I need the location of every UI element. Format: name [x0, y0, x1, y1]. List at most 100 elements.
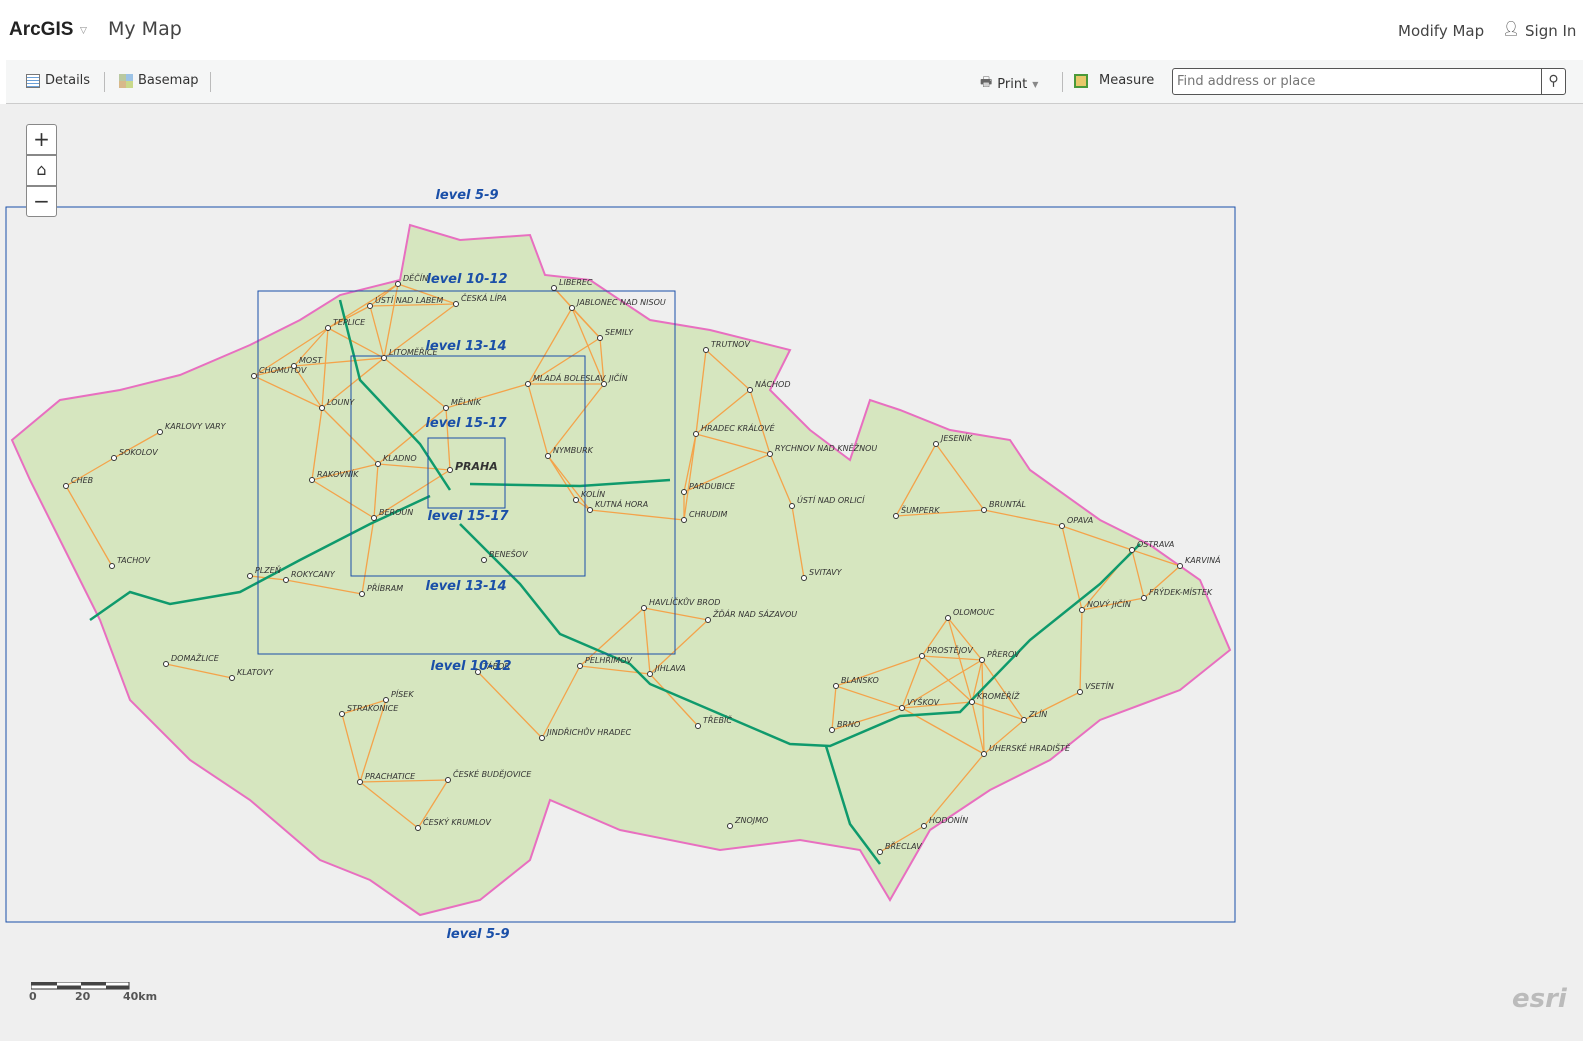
- modify-map-link[interactable]: Modify Map: [1398, 22, 1484, 40]
- city-label: Znojmo: [735, 816, 769, 825]
- city-marker: [597, 335, 603, 341]
- map-view[interactable]: Praha Brno Ostrava Plzeň Olomouc Liberec Ústí …: [0, 104, 1583, 1041]
- city-marker: [801, 575, 807, 581]
- arcgis-brand[interactable]: ArcGIS: [9, 19, 73, 41]
- city-label: Ostrava: [1137, 540, 1175, 549]
- search-input[interactable]: [1172, 68, 1542, 95]
- city-marker: [767, 451, 773, 457]
- city-label: Nový Jičín: [1087, 600, 1131, 609]
- city-marker: [163, 661, 169, 667]
- city-label: Liberec: [559, 278, 593, 287]
- city-marker: [251, 373, 257, 379]
- label-level-10-12-bottom: level 10-12: [430, 659, 512, 674]
- city-marker: [383, 697, 389, 703]
- city-label: Jeseník: [941, 434, 973, 443]
- home-button[interactable]: ⌂: [26, 155, 57, 186]
- city-marker: [309, 477, 315, 483]
- city-marker: [899, 705, 905, 711]
- city-marker: [1077, 689, 1083, 695]
- city-marker: [109, 563, 115, 569]
- city-marker: [829, 727, 835, 733]
- city-label: Trutnov: [711, 340, 750, 349]
- header: ArcGIS ▽ My Map Modify Map 👤︎ Sign In: [0, 0, 1583, 60]
- city-label: Sokolov: [119, 448, 158, 457]
- city-label: Hodonín: [929, 816, 969, 825]
- city-label: Blansko: [841, 676, 879, 685]
- city-marker: [601, 381, 607, 387]
- city-label: Břeclav: [885, 842, 922, 851]
- search-button[interactable]: ⚲: [1541, 68, 1566, 95]
- city-label: Pardubice: [689, 482, 735, 491]
- city-label: Ústí nad Labem: [375, 296, 444, 305]
- city-label: Karlovy Vary: [165, 422, 226, 431]
- city-label: Kolín: [581, 490, 606, 499]
- city-label: Plzeň: [255, 566, 281, 575]
- city-marker: [395, 281, 401, 287]
- city-marker: [877, 849, 883, 855]
- city-label: Jablonec nad Nisou: [577, 298, 666, 307]
- scale-bar: [31, 982, 130, 990]
- city-marker: [573, 497, 579, 503]
- city-marker: [1129, 547, 1135, 553]
- label-level-5-9-bottom: level 5-9: [446, 927, 510, 942]
- chevron-down-icon[interactable]: ▽: [80, 26, 87, 36]
- city-marker: [371, 515, 377, 521]
- city-marker: [641, 605, 647, 611]
- city-marker: [481, 557, 487, 563]
- zoom-in-button[interactable]: +: [26, 124, 57, 155]
- measure-button[interactable]: Measure: [1074, 73, 1154, 88]
- zoom-out-button[interactable]: −: [26, 186, 57, 217]
- city-label: Havlíčkův Brod: [649, 598, 721, 607]
- city-label: Teplice: [333, 318, 366, 327]
- city-marker: [577, 663, 583, 669]
- label-level-5-9-top: level 5-9: [435, 188, 499, 203]
- city-marker: [693, 431, 699, 437]
- city-label: Jičín: [609, 374, 628, 383]
- search-icon: ⚲: [1548, 73, 1559, 89]
- city-marker: [945, 615, 951, 621]
- city-label: Brno: [837, 720, 861, 729]
- city-marker: [357, 779, 363, 785]
- city-label: Most: [299, 356, 323, 365]
- city-marker: [979, 657, 985, 663]
- city-label: Beroun: [379, 508, 414, 517]
- basemap-button[interactable]: Basemap: [119, 73, 199, 88]
- city-label: Jihlava: [655, 664, 686, 673]
- esri-logo: esri: [1512, 984, 1567, 1014]
- city-marker: [569, 305, 575, 311]
- city-marker: [453, 301, 459, 307]
- city-marker: [1021, 717, 1027, 723]
- city-label: Uherské Hradiště: [989, 744, 1070, 753]
- city-marker: [443, 405, 449, 411]
- city-marker: [933, 441, 939, 447]
- city-marker: [229, 675, 235, 681]
- city-label: Klatovy: [237, 668, 274, 677]
- city-marker: [921, 823, 927, 829]
- city-marker: [375, 461, 381, 467]
- city-label: Frýdek-Místek: [1149, 588, 1213, 597]
- city-marker: [525, 381, 531, 387]
- city-marker: [291, 363, 297, 369]
- city-label: Semily: [605, 328, 633, 337]
- home-icon: ⌂: [36, 160, 47, 179]
- city-marker: [587, 507, 593, 513]
- city-label: Písek: [391, 690, 414, 699]
- city-label: Kladno: [383, 454, 417, 463]
- city-marker: [247, 573, 253, 579]
- user-icon: 👤︎: [1502, 21, 1520, 37]
- label-level-13-14-bottom: level 13-14: [425, 579, 507, 594]
- print-button[interactable]: 🖶︎ Print ▼: [980, 73, 1038, 95]
- details-button[interactable]: Details: [26, 73, 90, 88]
- city-label: Mladá Boleslav: [533, 374, 606, 383]
- city-label: Strakonice: [347, 704, 399, 713]
- city-marker: [283, 577, 289, 583]
- city-label: Chrudim: [689, 510, 728, 519]
- city-marker: [1059, 523, 1065, 529]
- city-label: Ústí nad Orlicí: [797, 496, 865, 505]
- sign-in-link[interactable]: Sign In: [1525, 22, 1576, 40]
- city-label: Děčín: [403, 274, 429, 283]
- city-label: Nymburk: [553, 446, 593, 455]
- city-marker: [381, 355, 387, 361]
- city-label: Rakovník: [317, 470, 359, 479]
- city-marker: [539, 735, 545, 741]
